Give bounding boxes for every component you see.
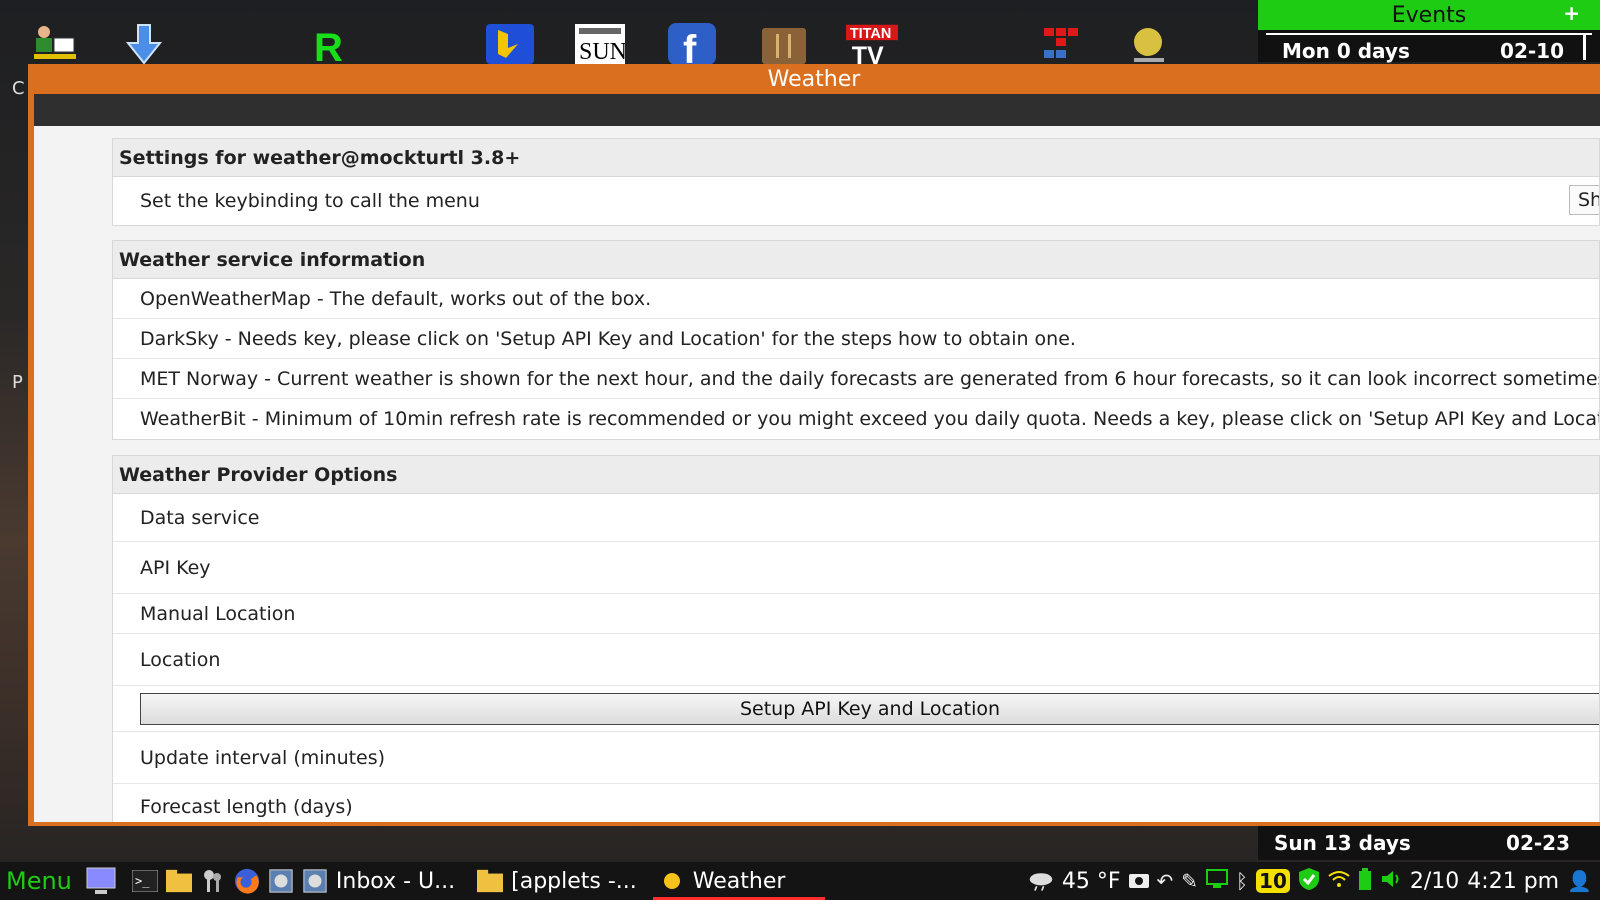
desktop-label-p: P <box>12 372 23 393</box>
data-service-row[interactable]: Data service <box>113 494 1599 542</box>
event-day: Mon 0 days <box>1282 39 1410 63</box>
desktop-label-c: C <box>12 78 25 99</box>
wifi-icon[interactable] <box>1328 869 1350 893</box>
keybinding-button[interactable]: Sh <box>1569 185 1599 215</box>
undo-icon[interactable]: ↶ <box>1157 869 1174 893</box>
data-service-label: Data service <box>140 506 260 529</box>
section-header: Weather Provider Options <box>113 456 1599 494</box>
svg-text:TV: TV <box>852 42 884 66</box>
camera-icon[interactable] <box>1128 869 1149 893</box>
manual-location-label: Manual Location <box>140 602 296 625</box>
events-scrollbar[interactable] <box>1583 34 1586 60</box>
weather-settings-window: Weather Settings for weather@mockturtl 3… <box>28 64 1600 826</box>
folder-icon <box>477 868 504 894</box>
monitor-icon[interactable] <box>1206 868 1229 894</box>
keybinding-label: Set the keybinding to call the menu <box>140 190 480 212</box>
weather-temperature[interactable]: 45 °F <box>1062 869 1121 894</box>
bing-icon[interactable] <box>484 22 536 66</box>
blocks-game-icon[interactable] <box>1030 22 1082 66</box>
forecast-length-row[interactable]: Forecast length (days) <box>113 784 1599 822</box>
api-key-row[interactable]: API Key <box>113 542 1599 594</box>
restaurant-folder-icon[interactable] <box>758 22 810 66</box>
mail-client-icon <box>302 868 328 894</box>
facebook-icon[interactable]: f <box>666 22 718 66</box>
service-info-text: WeatherBit - Minimum of 10min refresh ra… <box>140 408 1599 430</box>
system-tray: 45 °F ↶ ✎ ᛒ 10 2/10 4:21 pm 👤 <box>1028 862 1592 900</box>
service-info-row-openweathermap: OpenWeatherMap - The default, works out … <box>113 279 1599 319</box>
manual-location-row[interactable]: Manual Location <box>113 594 1599 634</box>
keybinding-row: Set the keybinding to call the menu Sh <box>113 177 1599 225</box>
events-desklet: Events + Mon 0 days 02-10 <box>1258 0 1600 63</box>
taskbar-window-label: [applets -... <box>511 868 637 894</box>
settings-section: Settings for weather@mockturtl 3.8+ Set … <box>112 138 1600 226</box>
events-title: Events <box>1391 2 1467 28</box>
provider-options-section: Weather Provider Options Data service AP… <box>112 455 1600 822</box>
events-header: Events + <box>1258 0 1600 30</box>
svg-text:>_: >_ <box>135 874 150 888</box>
firefox-icon[interactable] <box>234 868 260 894</box>
taskbar: Menu >_ Inbox - U... [applets -... Weath… <box>0 862 1600 900</box>
update-interval-row[interactable]: Update interval (minutes) <box>113 732 1599 784</box>
titan-tv-icon[interactable]: TITAN TV <box>846 22 898 66</box>
service-info-row-metnorway: MET Norway - Current weather is shown fo… <box>113 359 1599 399</box>
setup-api-key-button[interactable]: Setup API Key and Location <box>140 692 1599 725</box>
computer-user-icon[interactable] <box>28 22 80 66</box>
api-key-label: API Key <box>140 556 211 579</box>
notification-count-badge[interactable]: 10 <box>1256 869 1290 893</box>
section-header: Weather service information <box>113 241 1599 279</box>
service-info-section: Weather service information OpenWeatherM… <box>112 240 1600 440</box>
location-label: Location <box>140 648 221 671</box>
service-info-text: MET Norway - Current weather is shown fo… <box>140 367 1599 390</box>
sun-icon <box>659 868 685 894</box>
taskbar-window-label: Inbox - U... <box>335 868 456 894</box>
window-title: Weather <box>767 66 861 92</box>
show-desktop-icon[interactable] <box>84 867 118 894</box>
event-date: 02-10 <box>1500 39 1564 63</box>
globe-lamp-icon[interactable] <box>1122 22 1174 66</box>
pen-icon[interactable]: ✎ <box>1181 869 1198 893</box>
taskbar-window-label: Weather <box>692 868 786 894</box>
svg-text:TITAN: TITAN <box>850 26 891 42</box>
window-titlebar[interactable]: Weather <box>28 64 1600 94</box>
baltimore-sun-icon[interactable]: SUN <box>574 22 626 66</box>
section-header: Settings for weather@mockturtl 3.8+ <box>113 139 1599 177</box>
service-info-text: DarkSky - Needs key, please click on 'Se… <box>140 327 1076 350</box>
update-interval-label: Update interval (minutes) <box>140 746 386 769</box>
shield-check-icon[interactable] <box>1298 867 1320 896</box>
event-row[interactable]: Mon 0 days 02-10 <box>1266 33 1592 63</box>
service-info-text: OpenWeatherMap - The default, works out … <box>140 287 652 310</box>
keys-icon[interactable] <box>200 868 226 894</box>
clock-date[interactable]: 2/10 <box>1410 869 1459 894</box>
download-arrow-icon[interactable] <box>118 22 170 66</box>
forecast-length-label: Forecast length (days) <box>140 796 353 818</box>
r-letter-icon[interactable]: R <box>302 22 354 66</box>
terminal-icon[interactable]: >_ <box>131 868 158 894</box>
svg-text:R: R <box>314 26 343 65</box>
mail-client-icon[interactable] <box>268 868 294 894</box>
files-icon[interactable] <box>165 868 192 894</box>
window-toolbar <box>34 94 1600 126</box>
setup-row: Setup API Key and Location <box>113 686 1599 732</box>
service-info-row-weatherbit: WeatherBit - Minimum of 10min refresh ra… <box>113 399 1599 439</box>
battery-icon[interactable] <box>1358 867 1372 895</box>
add-event-button[interactable]: + <box>1563 1 1580 25</box>
taskbar-window-weather[interactable]: Weather <box>652 862 825 900</box>
events-bottom-row[interactable]: Sun 13 days 02-23 <box>1258 826 1600 860</box>
svg-text:SUN: SUN <box>579 39 625 64</box>
event-day: Sun 13 days <box>1274 831 1411 855</box>
taskbar-window-inbox[interactable]: Inbox - U... <box>302 862 455 900</box>
svg-text:f: f <box>683 28 697 65</box>
volume-icon[interactable] <box>1380 869 1402 894</box>
cloud-rain-icon[interactable] <box>1028 868 1054 894</box>
user-icon[interactable]: 👤 <box>1567 869 1592 893</box>
service-info-row-darksky: DarkSky - Needs key, please click on 'Se… <box>113 319 1599 359</box>
location-row[interactable]: Location <box>113 634 1599 686</box>
event-date: 02-23 <box>1506 831 1570 855</box>
menu-button[interactable]: Menu <box>6 867 72 895</box>
settings-content: Settings for weather@mockturtl 3.8+ Set … <box>34 126 1600 822</box>
bluetooth-icon[interactable]: ᛒ <box>1236 869 1248 893</box>
clock-time[interactable]: 4:21 pm <box>1467 869 1559 894</box>
taskbar-window-applets[interactable]: [applets -... <box>477 862 637 900</box>
